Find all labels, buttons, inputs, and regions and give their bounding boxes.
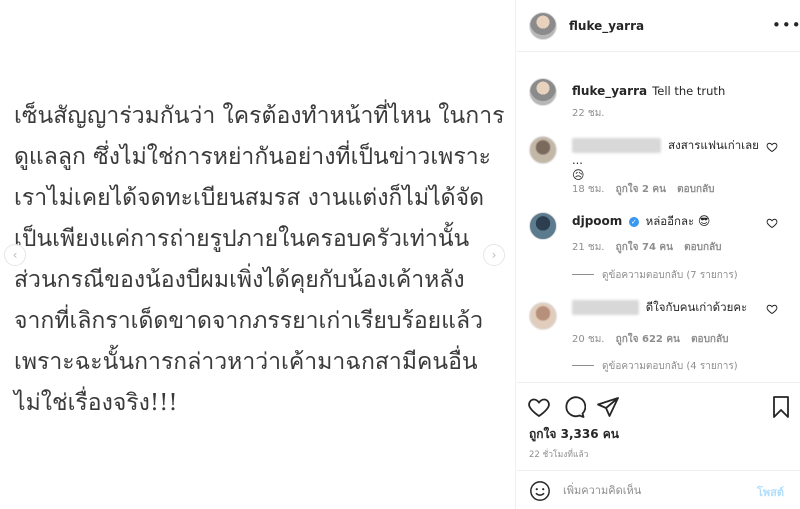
sunglasses-emoji-icon: 😎 xyxy=(697,214,711,228)
more-options-button[interactable]: ••• xyxy=(772,16,800,34)
comment-avatar[interactable] xyxy=(529,212,557,240)
comment-input[interactable] xyxy=(563,480,753,500)
view-replies-button[interactable]: ดูข้อความตอบกลับ (4 รายการ) xyxy=(572,359,738,374)
prev-arrow-icon[interactable]: ‹ xyxy=(4,244,26,266)
emoji-icon[interactable] xyxy=(529,480,551,502)
reply-button[interactable]: ตอบกลับ xyxy=(691,334,728,345)
caption-avatar[interactable] xyxy=(529,78,557,106)
caption-text: Tell the truth xyxy=(652,84,726,98)
comment-meta: 20 ชม. ถูกใจ 622 คน ตอบกลับ xyxy=(572,332,736,347)
reply-button[interactable]: ตอบกลับ xyxy=(677,184,714,195)
caption: fluke_yarra Tell the truth xyxy=(572,80,792,99)
next-arrow-icon[interactable]: › xyxy=(483,244,505,266)
caption-timestamp: 22 ชม. xyxy=(572,108,605,119)
view-replies-button[interactable]: ดูข้อความตอบกลับ (7 รายการ) xyxy=(572,268,738,283)
caption-username[interactable]: fluke_yarra xyxy=(572,84,647,98)
post-text-line: เป็นเพียงแค่การถ่ายรูปภายในครอบครัวเท่าน… xyxy=(14,226,470,252)
comment-likes[interactable]: ถูกใจ 622 คน xyxy=(616,334,680,345)
comment-avatar[interactable] xyxy=(529,136,557,164)
add-comment-bar: โพสต์ xyxy=(517,470,800,509)
comment-meta: 18 ชม. ถูกใจ 2 คน ตอบกลับ xyxy=(572,182,723,197)
comment-likes[interactable]: ถูกใจ 2 คน xyxy=(616,184,666,195)
comment-likes[interactable]: ถูกใจ 74 คน xyxy=(616,242,673,253)
comment-icon[interactable] xyxy=(562,395,586,419)
post-header: fluke_yarra ••• xyxy=(517,0,800,52)
heart-icon[interactable] xyxy=(527,395,551,419)
comment-meta: 21 ชม. ถูกใจ 74 คน ตอบกลับ xyxy=(572,240,730,255)
comment-username[interactable]: username xyxy=(572,300,640,315)
view-replies-label: ดูข้อความตอบกลับ (4 รายการ) xyxy=(602,361,738,372)
comment-text: ดีใจกับคนเก่าด้วยคะ xyxy=(645,300,748,314)
post-text-line: จากที่เลิกราเด็ดขาดจากภรรยาเก่าเรียบร้อย… xyxy=(14,308,483,334)
caption-time: 22 ชม. xyxy=(572,106,612,121)
comment-username[interactable]: djpoom xyxy=(572,214,622,228)
comment-time: 20 ชม. xyxy=(572,334,605,345)
post-comment-button[interactable]: โพสต์ xyxy=(757,483,784,501)
post-time-ago: 22 ชั่วโมงที่แล้ว xyxy=(529,450,589,460)
comment-username[interactable]: hiruekpigboa xyxy=(572,138,662,153)
comment-item: djpoom ✓ หล่ออีกละ 😎 21 ชม. ถูกใจ 74 คน … xyxy=(529,210,789,270)
comment-heart-icon[interactable] xyxy=(766,303,778,315)
post-text-line: ส่วนกรณีของน้องบีผมเพิ่งได้คุยกับน้องเค้… xyxy=(14,267,465,293)
post-text: เซ็นสัญญาร่วมกันว่า ใครต้องทำหน้าที่ไหน … xyxy=(14,96,504,424)
post-image: เซ็นสัญญาร่วมกันว่า ใครต้องทำหน้าที่ไหน … xyxy=(0,0,516,509)
comment-body: djpoom ✓ หล่ออีกละ 😎 xyxy=(572,214,762,229)
bookmark-icon[interactable] xyxy=(769,395,793,419)
comment-avatar[interactable] xyxy=(529,302,557,330)
comment-body: hiruekpigboa สงสารแฟนเก่าเลย ... 😥 xyxy=(572,138,762,183)
comment-heart-icon[interactable] xyxy=(766,141,778,153)
comment-text: หล่ออีกละ xyxy=(645,214,695,228)
post-text-line: เซ็นสัญญาร่วมกันว่า ใครต้องทำหน้าที่ไหน … xyxy=(14,103,505,129)
reply-button[interactable]: ตอบกลับ xyxy=(684,242,721,253)
post-actions: ถูกใจ 3,336 คน 22 ชั่วโมงที่แล้ว xyxy=(517,382,800,472)
replies-divider xyxy=(572,365,594,366)
comment-item: username ดีใจกับคนเก่าด้วยคะ 20 ชม. ถูกใ… xyxy=(529,296,789,356)
post-text-line: เพราะฉะนั้นการกล่าวหาว่าเค้ามาฉกสามีคนอื… xyxy=(14,349,478,375)
sad-emoji-icon: 😥 xyxy=(572,168,585,182)
comment-time: 18 ชม. xyxy=(572,184,605,195)
post-text-line: ไม่ใช่เรื่องจริง!!! xyxy=(14,390,178,416)
avatar[interactable] xyxy=(529,12,557,40)
comment-item: hiruekpigboa สงสารแฟนเก่าเลย ... 😥 18 ชม… xyxy=(529,134,789,197)
comment-body: username ดีใจกับคนเก่าด้วยคะ xyxy=(572,300,762,315)
likes-count[interactable]: ถูกใจ 3,336 คน xyxy=(529,425,619,444)
post-side-panel: fluke_yarra ••• fluke_yarra Tell the tru… xyxy=(517,0,800,509)
comment-heart-icon[interactable] xyxy=(766,217,778,229)
replies-divider xyxy=(572,274,594,275)
share-icon[interactable] xyxy=(596,395,620,419)
header-username[interactable]: fluke_yarra xyxy=(569,19,644,33)
comment-time: 21 ชม. xyxy=(572,242,605,253)
view-replies-label: ดูข้อความตอบกลับ (7 รายการ) xyxy=(602,270,738,281)
verified-badge-icon: ✓ xyxy=(628,217,639,227)
post-text-line: เราไม่เคยได้จดทะเบียนสมรส งานแต่งก็ไม่ได… xyxy=(14,185,485,211)
post-text-line: ดูแลลูก ซึ่งไม่ใช่การหย่ากันอย่างที่เป็น… xyxy=(14,144,491,170)
